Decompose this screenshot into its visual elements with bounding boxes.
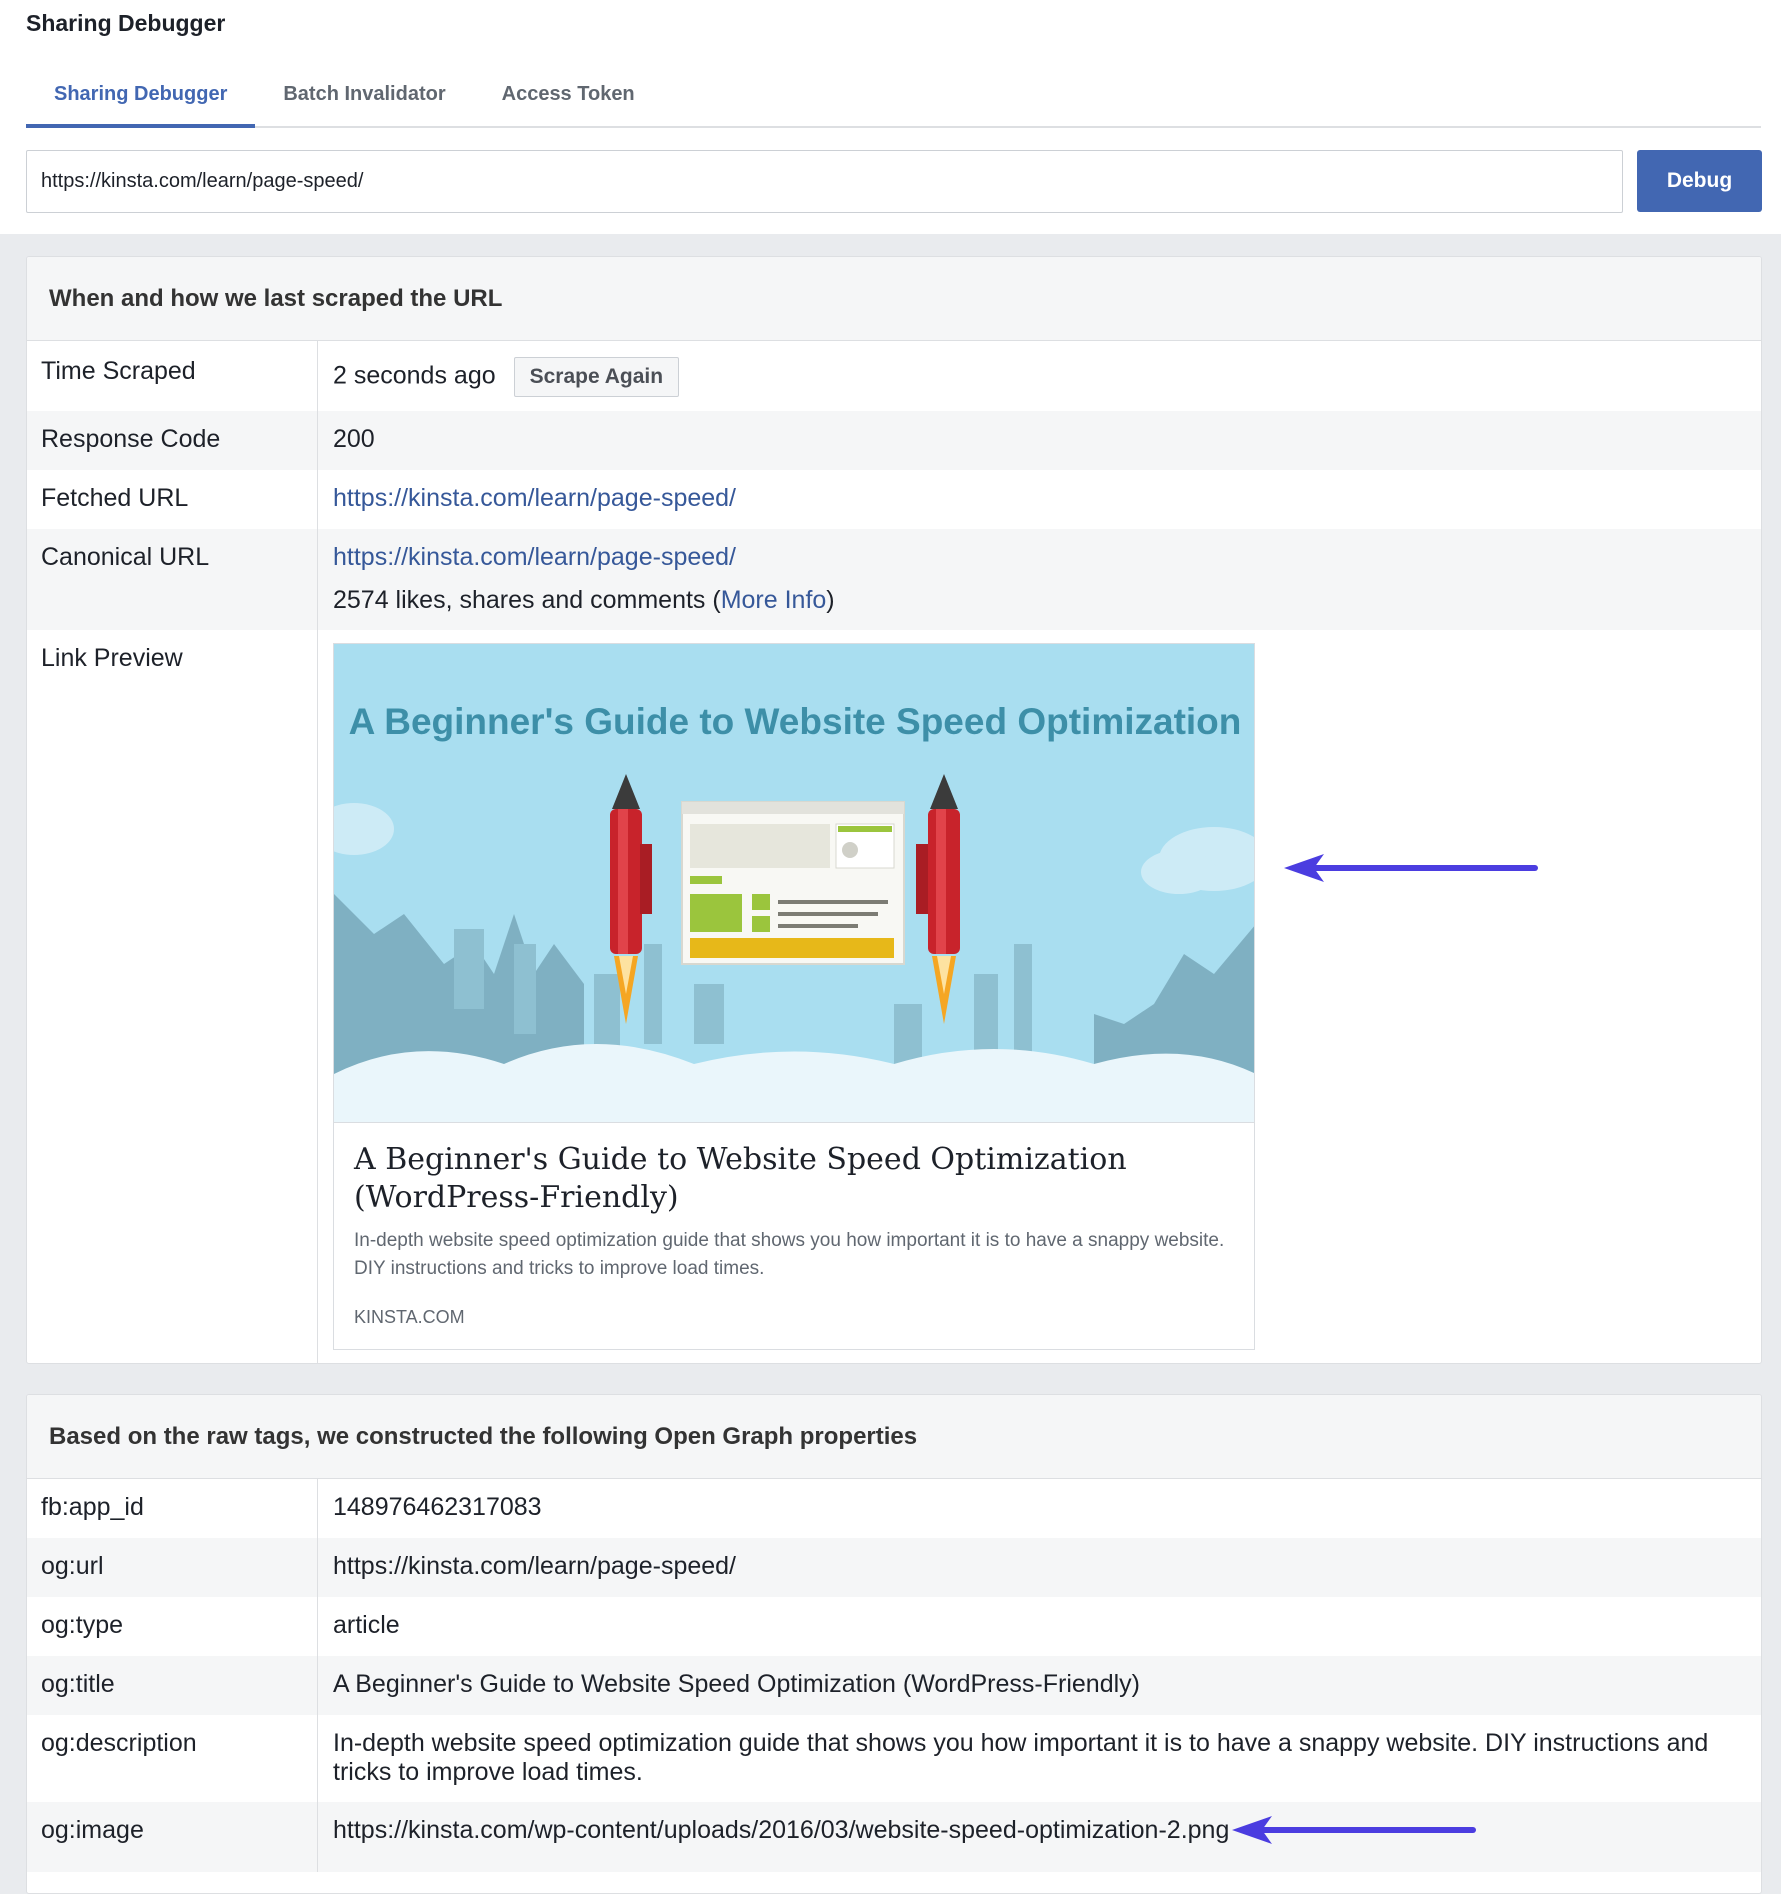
og-key: og:image	[27, 1802, 318, 1872]
debug-button[interactable]: Debug	[1637, 150, 1762, 212]
og-key: og:type	[27, 1597, 318, 1656]
canonical-url-label: Canonical URL	[27, 529, 318, 630]
engagement-count: 2574 likes, shares and comments (More In…	[333, 586, 1747, 615]
scrape-info-header: When and how we last scraped the URL	[27, 257, 1761, 341]
og-key: fb:app_id	[27, 1479, 318, 1538]
preview-title[interactable]: A Beginner's Guide to Website Speed Opti…	[354, 1141, 1234, 1217]
table-row: og:type article	[27, 1597, 1761, 1656]
og-value: 148976462317083	[333, 1493, 542, 1521]
annotation-arrow-preview	[1284, 854, 1538, 882]
og-key: og:url	[27, 1538, 318, 1597]
table-row: og:url https://kinsta.com/learn/page-spe…	[27, 1538, 1761, 1597]
og-value: In-depth website speed optimization guid…	[333, 1729, 1709, 1786]
preview-domain: KINSTA.COM	[354, 1307, 465, 1327]
og-value: https://kinsta.com/learn/page-speed/	[333, 1552, 737, 1580]
tab-access-token[interactable]: Access Token	[474, 72, 663, 128]
tab-sharing-debugger[interactable]: Sharing Debugger	[26, 72, 256, 128]
preview-image-title: A Beginner's Guide to Website Speed Opti…	[349, 701, 1242, 742]
tab-bar: Sharing Debugger Batch Invalidator Acces…	[26, 72, 1761, 128]
engagement-close: )	[826, 586, 835, 614]
time-scraped-label: Time Scraped	[27, 341, 318, 411]
og-value: A Beginner's Guide to Website Speed Opti…	[333, 1670, 1140, 1698]
toolbar-area: Sharing Debugger Sharing Debugger Batch …	[0, 0, 1781, 234]
preview-description: In-depth website speed optimization guid…	[354, 1230, 1225, 1279]
og-value: article	[333, 1611, 400, 1639]
og-value: https://kinsta.com/wp-content/uploads/20…	[333, 1816, 1230, 1844]
open-graph-header: Based on the raw tags, we constructed th…	[27, 1395, 1761, 1479]
response-code-value: 200	[333, 425, 375, 453]
url-input[interactable]	[26, 150, 1623, 213]
more-info-link[interactable]: More Info	[721, 586, 827, 614]
annotation-arrow-og-image	[1232, 1816, 1476, 1844]
og-key: og:description	[27, 1715, 318, 1802]
table-row: Time Scraped 2 seconds ago Scrape Again	[27, 341, 1761, 411]
table-row: Response Code 200	[27, 411, 1761, 470]
response-code-label: Response Code	[27, 411, 318, 470]
table-row: og:title A Beginner's Guide to Website S…	[27, 1656, 1761, 1715]
canonical-url-link[interactable]: https://kinsta.com/learn/page-speed/	[333, 543, 736, 571]
table-row: og:description In-depth website speed op…	[27, 1715, 1761, 1802]
scrape-again-button[interactable]: Scrape Again	[513, 357, 680, 397]
table-row: Canonical URL https://kinsta.com/learn/p…	[27, 529, 1761, 630]
table-row: og:image https://kinsta.com/wp-content/u…	[27, 1802, 1761, 1872]
time-scraped-value: 2 seconds ago	[333, 361, 496, 390]
table-row: fb:app_id 148976462317083	[27, 1479, 1761, 1538]
fetched-url-link[interactable]: https://kinsta.com/learn/page-speed/	[333, 484, 736, 512]
preview-image: A Beginner's Guide to Website Speed Opti…	[334, 644, 1254, 1122]
fetched-url-label: Fetched URL	[27, 470, 318, 529]
page-title: Sharing Debugger	[26, 10, 226, 36]
open-graph-card: Based on the raw tags, we constructed th…	[26, 1394, 1762, 1894]
link-preview-card[interactable]: A Beginner's Guide to Website Speed Opti…	[333, 643, 1255, 1350]
link-preview-label: Link Preview	[27, 630, 318, 1363]
table-row: Fetched URL https://kinsta.com/learn/pag…	[27, 470, 1761, 529]
engagement-text: 2574 likes, shares and comments (	[333, 586, 721, 614]
og-key: og:title	[27, 1656, 318, 1715]
tab-batch-invalidator[interactable]: Batch Invalidator	[255, 72, 473, 128]
